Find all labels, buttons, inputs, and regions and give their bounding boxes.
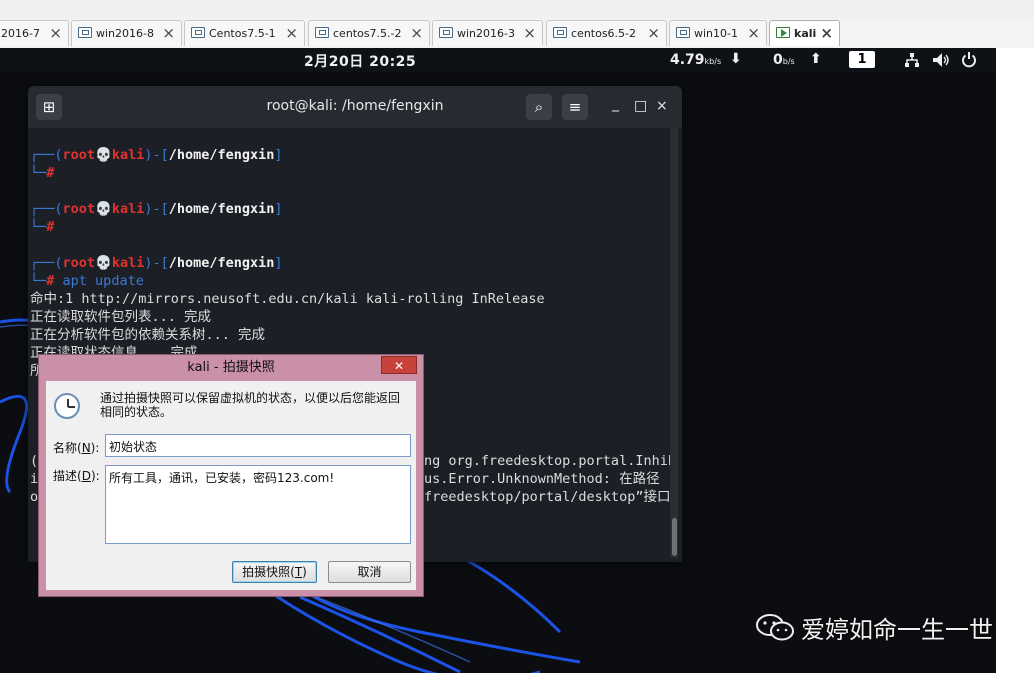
close-icon[interactable]: ×	[410, 24, 423, 42]
output-line: freedesktop/portal/desktop”接口	[424, 489, 671, 505]
snapshot-description-field[interactable]: 所有工具，通讯，已安装，密码123.com!	[105, 465, 411, 544]
search-icon[interactable]: ⌕	[526, 94, 552, 120]
upload-value: 0	[773, 52, 783, 68]
vm-tab-centos7.5-1[interactable]: Centos7.5-1 ×	[184, 20, 305, 46]
network-icon[interactable]	[904, 52, 920, 68]
power-icon[interactable]	[961, 51, 977, 68]
prompt-input-line: └─#	[30, 165, 55, 181]
close-icon[interactable]: ×	[747, 24, 760, 42]
dialog-title: kali - 拍摄快照	[187, 360, 275, 375]
output-line-partial: o	[30, 489, 39, 505]
close-icon[interactable]: ✕	[381, 356, 417, 374]
vm-tab-label: 2016-7	[1, 27, 40, 40]
output-line: us.Error.UnknownMethod: 在路径	[424, 471, 660, 487]
terminal-scrollbar-thumb[interactable]	[672, 518, 677, 556]
vm-tab-win2016-8[interactable]: win2016-8 ×	[71, 20, 182, 46]
vm-tab-label: win2016-3	[457, 27, 515, 40]
maximize-icon[interactable]: □	[634, 98, 647, 114]
dialog-description: 通过拍摄快照可以保留虚拟机的状态，以便以后您能返回相同的状态。	[100, 391, 401, 419]
upload-unit: b/s	[782, 57, 795, 66]
cancel-button[interactable]: 取消	[328, 561, 411, 583]
terminal-scrollbar[interactable]	[670, 128, 678, 558]
close-icon[interactable]: ×	[49, 24, 62, 42]
download-speed: 4.79kb/s	[670, 52, 721, 68]
vm-tab-label: centos6.5-2	[571, 27, 637, 40]
name-label: 名称(N):	[53, 441, 100, 455]
vm-tab-label: win10-1	[694, 27, 738, 40]
prompt-line: ┌──(root💀kali)-[/home/fengxin]	[30, 255, 283, 271]
top-panel: 2月20日 20:25 4.79kb/s ⬇ 0b/s ⬆ 1	[0, 48, 996, 72]
output-line: ng org.freedesktop.portal.Inhib	[424, 453, 676, 469]
close-icon[interactable]: ×	[647, 24, 660, 42]
prompt-line: ┌──(root💀kali)-[/home/fengxin]	[30, 201, 283, 217]
vm-tab-label: centos7.5.-2	[333, 27, 402, 40]
vm-tab-label: kali	[794, 27, 817, 40]
minimize-icon[interactable]: _	[612, 96, 619, 112]
take-snapshot-button[interactable]: 拍摄快照(T)	[232, 561, 317, 583]
vm-icon	[553, 27, 567, 38]
prompt-input-line: └─# apt update	[30, 273, 144, 289]
vm-tab-win10-1[interactable]: win10-1 ×	[669, 20, 767, 46]
vm-tab-label: Centos7.5-1	[209, 27, 276, 40]
vm-tab-centos7.5-2[interactable]: centos7.5.-2 ×	[308, 20, 430, 46]
vm-tab-bar: 2016-7 × win2016-8 × Centos7.5-1 × cento…	[0, 18, 1034, 48]
upload-arrow-icon: ⬆	[810, 51, 822, 67]
vm-tab-kali[interactable]: kali ×	[769, 20, 840, 46]
snapshot-dialog: kali - 拍摄快照 ✕ 通过拍摄快照可以保留虚拟机的状态，以便以后您能返回相…	[38, 354, 424, 597]
vm-tab-centos6.5-2[interactable]: centos6.5-2 ×	[546, 20, 667, 46]
description-label: 描述(D):	[53, 469, 100, 483]
vm-icon	[439, 27, 453, 38]
download-arrow-icon: ⬇	[730, 51, 742, 67]
vm-icon	[315, 27, 329, 38]
panel-clock[interactable]: 2月20日 20:25	[304, 51, 416, 71]
close-icon[interactable]: ×	[820, 24, 833, 42]
output-line: 正在分析软件包的依赖关系树... 完成	[30, 327, 266, 343]
close-icon[interactable]: ×	[285, 24, 298, 42]
close-icon[interactable]: ×	[162, 24, 175, 42]
output-line: 命中:1 http://mirrors.neusoft.edu.cn/kali …	[30, 291, 545, 307]
wechat-icon	[756, 614, 794, 641]
dialog-body: 通过拍摄快照可以保留虚拟机的状态，以便以后您能返回相同的状态。 名称(N): 初…	[46, 381, 416, 590]
menu-icon[interactable]: ≡	[562, 94, 588, 120]
command-text: apt update	[62, 273, 144, 289]
snapshot-name-field[interactable]: 初始状态	[105, 434, 411, 457]
output-line-partial: (	[30, 453, 39, 469]
download-value: 4.79	[670, 52, 705, 68]
workspace-indicator[interactable]: 1	[849, 51, 875, 68]
watermark-text: 爱婷如命一生一世	[801, 616, 993, 644]
vm-tab-2016-7[interactable]: 2016-7 ×	[0, 20, 69, 46]
vm-icon	[78, 27, 92, 38]
close-icon[interactable]: ×	[523, 24, 536, 42]
prompt-line: ┌──(root💀kali)-[/home/fengxin]	[30, 147, 283, 163]
output-line-partial: i	[30, 471, 39, 487]
vm-icon	[191, 27, 205, 38]
output-line: 正在读取软件包列表... 完成	[30, 309, 212, 325]
vm-icon	[676, 27, 690, 38]
prompt-input-line: └─#	[30, 219, 55, 235]
clock-icon	[54, 393, 80, 419]
upload-speed: 0b/s	[773, 52, 795, 68]
terminal-header: ⊞ root@kali: /home/fengxin ⌕ ≡ _ □ ×	[28, 86, 682, 128]
download-unit: kb/s	[704, 57, 722, 66]
vm-running-icon	[776, 27, 790, 38]
close-icon[interactable]: ×	[656, 98, 668, 114]
host-background	[996, 48, 1034, 673]
vm-tab-label: win2016-8	[96, 27, 154, 40]
volume-icon[interactable]	[932, 52, 950, 68]
vm-tab-win2016-3[interactable]: win2016-3 ×	[432, 20, 543, 46]
